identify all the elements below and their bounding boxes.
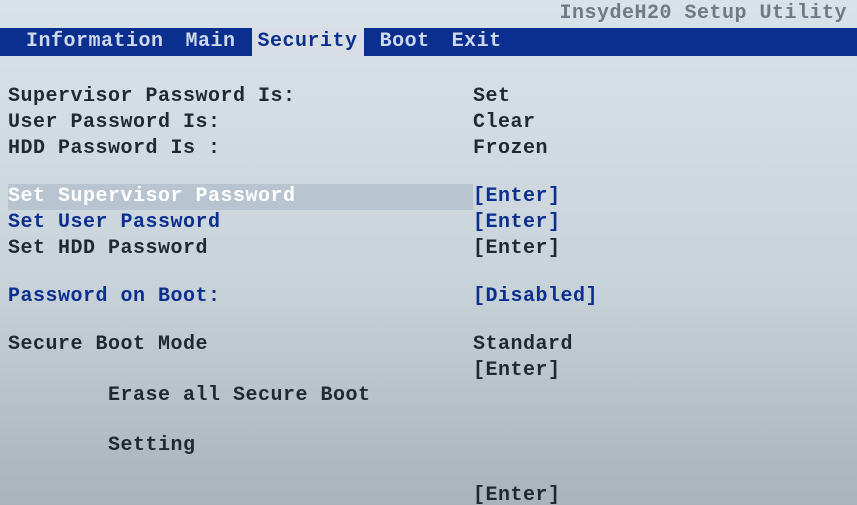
hdd-password-value: Frozen — [473, 136, 548, 162]
set-user-password[interactable]: Set User Password [Enter] — [8, 210, 857, 236]
set-hdd-password-label: Set HDD Password — [8, 236, 473, 262]
tab-information[interactable]: Information — [20, 28, 170, 56]
set-supervisor-password-action: [Enter] — [473, 184, 561, 210]
secure-boot-mode[interactable]: Secure Boot Mode Standard — [8, 332, 857, 358]
supervisor-password-value: Set — [473, 84, 511, 110]
select-uefi-file-label: Select an UEFI file as trusted for execu… — [8, 483, 473, 505]
password-on-boot[interactable]: Password on Boot: [Disabled] — [8, 284, 857, 310]
password-on-boot-value: [Disabled] — [473, 284, 598, 310]
set-user-password-action: [Enter] — [473, 210, 561, 236]
user-password-status: User Password Is: Clear — [8, 110, 857, 136]
supervisor-password-label: Supervisor Password Is: — [8, 84, 473, 110]
password-on-boot-label: Password on Boot: — [8, 284, 473, 310]
erase-secure-boot-label-line1: Erase all Secure Boot — [108, 384, 371, 407]
tab-main[interactable]: Main — [180, 28, 242, 56]
hdd-password-status: HDD Password Is : Frozen — [8, 136, 857, 162]
user-password-label: User Password Is: — [8, 110, 473, 136]
erase-secure-boot-label: Erase all Secure Boot Setting — [8, 358, 473, 483]
set-supervisor-password[interactable]: Set Supervisor Password [Enter] — [8, 184, 857, 210]
erase-secure-boot-action: [Enter] — [473, 358, 561, 483]
erase-secure-boot-setting[interactable]: Erase all Secure Boot Setting [Enter] — [8, 358, 857, 483]
spacer — [8, 162, 857, 184]
erase-secure-boot-label-line2: Setting — [108, 434, 196, 457]
tab-exit[interactable]: Exit — [446, 28, 508, 56]
content-panel: Supervisor Password Is: Set User Passwor… — [0, 56, 857, 505]
secure-boot-mode-value: Standard — [473, 332, 573, 358]
set-hdd-password[interactable]: Set HDD Password [Enter] — [8, 236, 857, 262]
spacer — [8, 310, 857, 332]
spacer — [8, 262, 857, 284]
set-hdd-password-action: [Enter] — [473, 236, 561, 262]
tab-boot[interactable]: Boot — [374, 28, 436, 56]
user-password-value: Clear — [473, 110, 536, 136]
bios-title: InsydeH20 Setup Utility — [0, 0, 857, 28]
hdd-password-label: HDD Password Is : — [8, 136, 473, 162]
set-supervisor-password-label: Set Supervisor Password — [8, 184, 473, 210]
select-uefi-file-action: [Enter] — [473, 483, 561, 505]
set-user-password-label: Set User Password — [8, 210, 473, 236]
secure-boot-mode-label: Secure Boot Mode — [8, 332, 473, 358]
menu-bar: Information Main Security Boot Exit — [0, 28, 857, 56]
supervisor-password-status: Supervisor Password Is: Set — [8, 84, 857, 110]
tab-security[interactable]: Security — [252, 28, 364, 56]
bios-screen: InsydeH20 Setup Utility Information Main… — [0, 0, 857, 505]
select-uefi-file[interactable]: Select an UEFI file as trusted for execu… — [8, 483, 857, 505]
